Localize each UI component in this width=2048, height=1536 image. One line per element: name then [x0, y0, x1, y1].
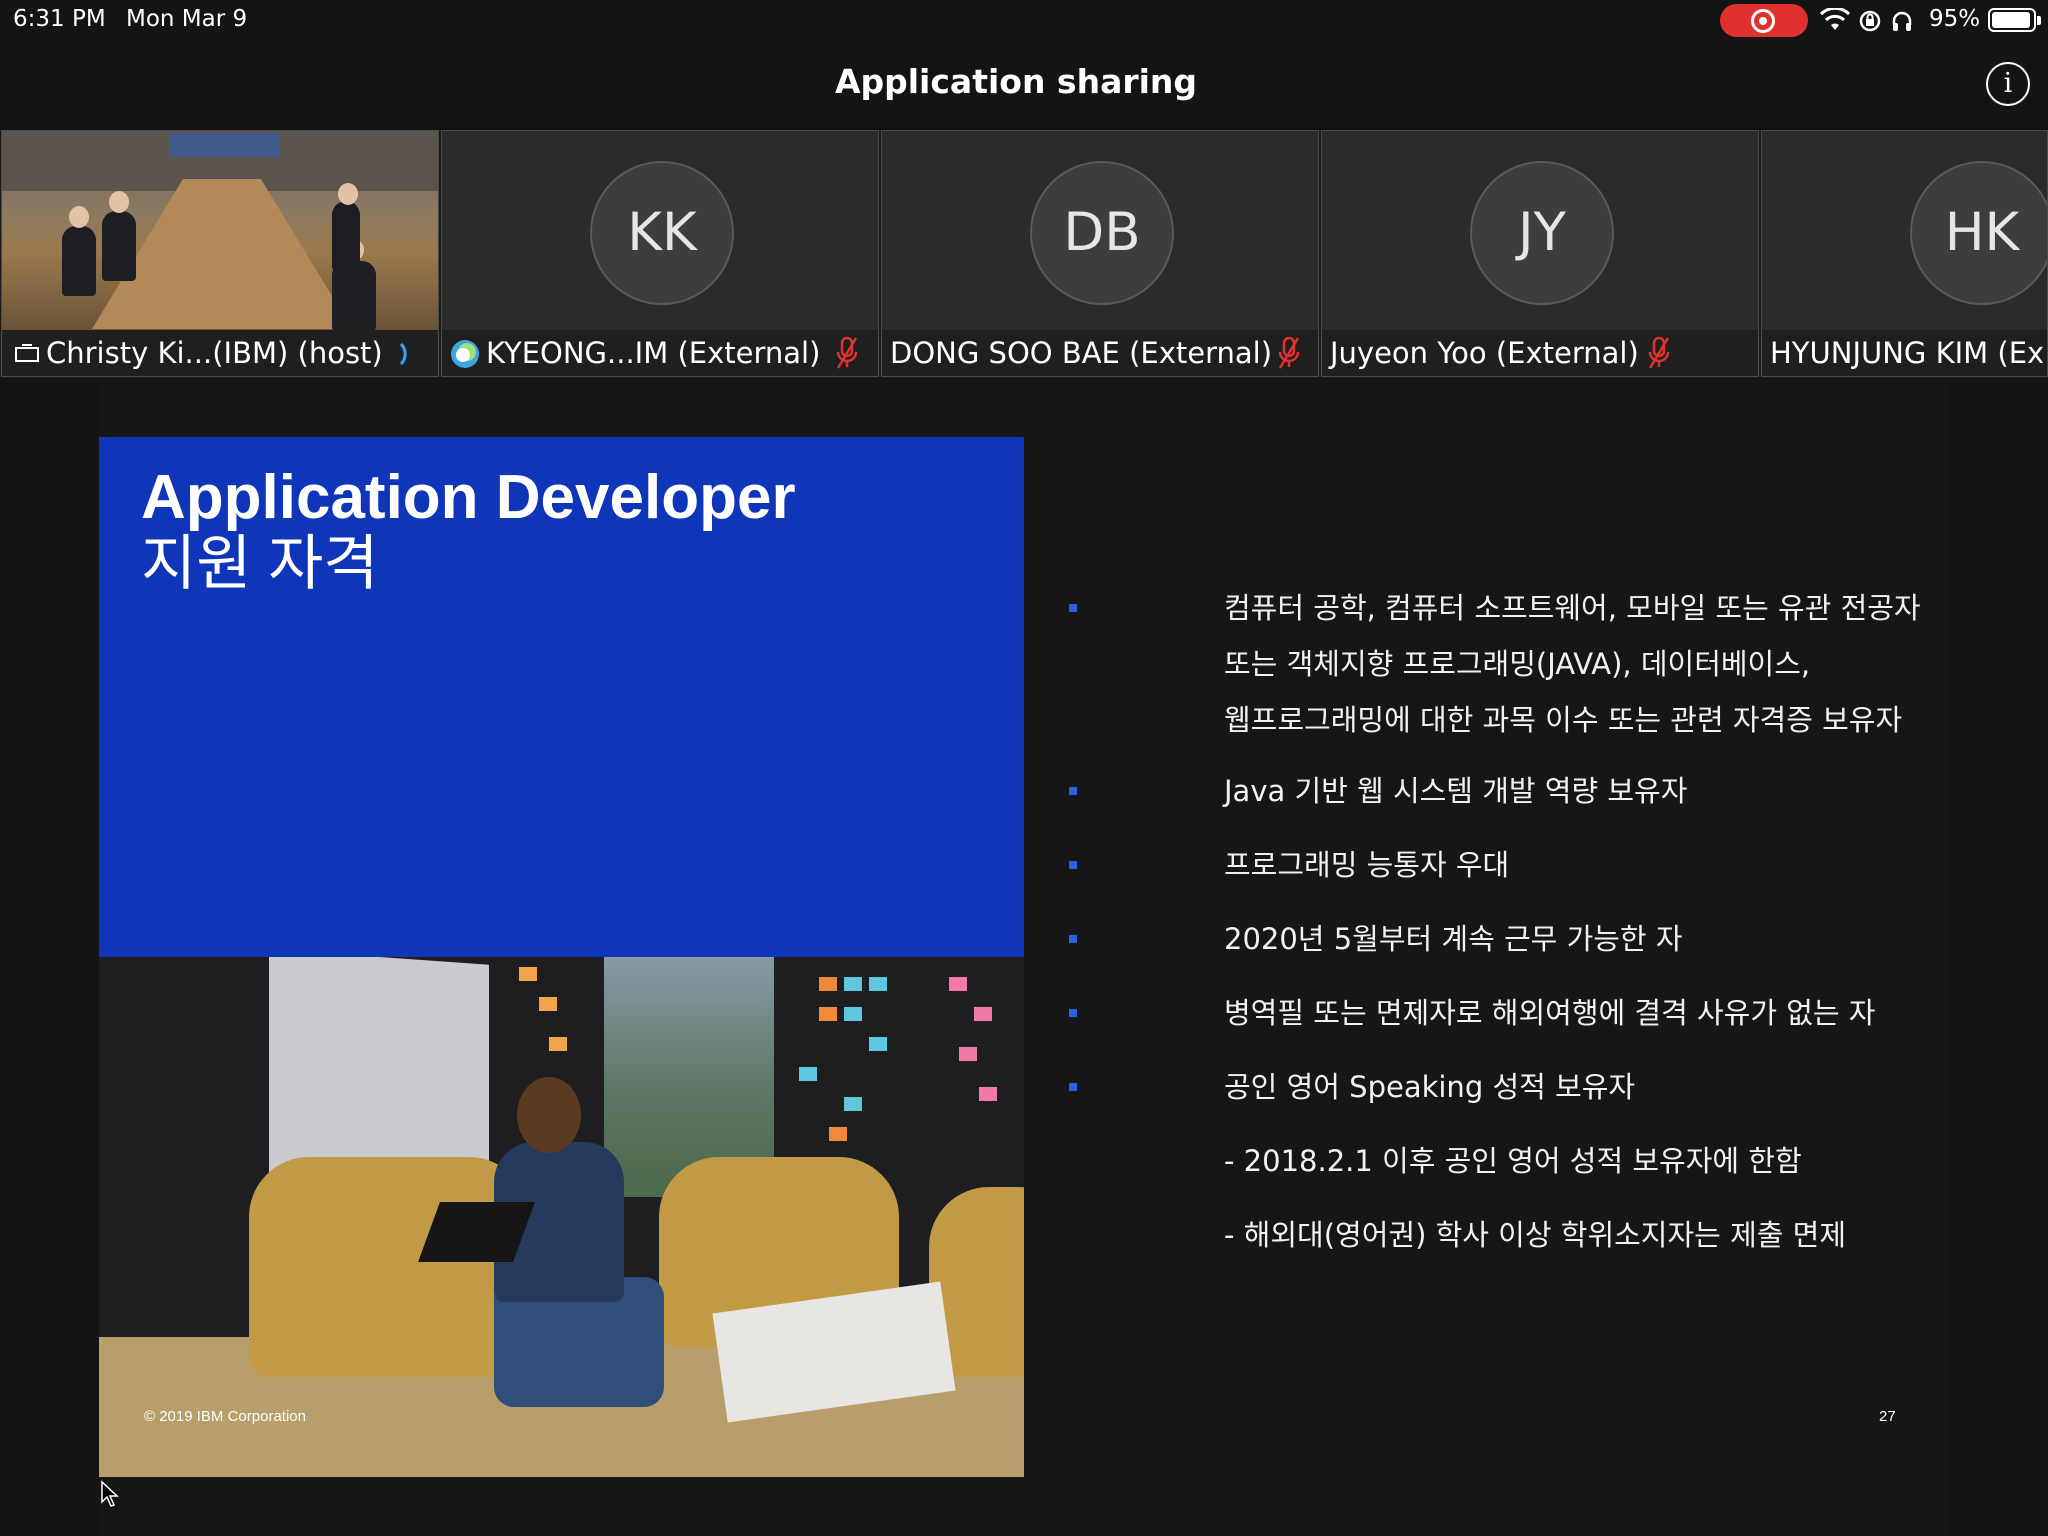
avatar: DB	[1030, 161, 1174, 305]
record-icon	[1751, 9, 1775, 33]
bullet-marker	[1069, 935, 1077, 943]
mic-muted-icon	[1278, 336, 1300, 369]
slide-subtitle: 지원 자격	[141, 530, 379, 597]
shared-screen[interactable]: Application Developer 지원 자격 © 2019 IBM C…	[0, 378, 2048, 1536]
participant-name: Juyeon Yoo (External)	[1330, 336, 1639, 370]
participant-tile-host[interactable]: Christy Ki...(IBM) (host)	[1, 130, 439, 377]
battery-percent: 95%	[1929, 6, 1981, 32]
bullet-text: 컴퓨터 공학, 컴퓨터 소프트웨어, 모바일 또는 유관 전공자	[1224, 591, 1921, 625]
mic-muted-icon	[836, 336, 858, 369]
bullet-text: 또는 객체지향 프로그래밍(JAVA), 데이터베이스,	[1224, 647, 1811, 681]
participant-video	[2, 131, 438, 331]
participant-tile-hk[interactable]: HK HYUNJUNG KIM (Ex	[1761, 130, 2048, 377]
headphones-icon	[1892, 11, 1912, 31]
slide-page-number: 27	[1879, 1408, 1896, 1425]
participant-name: KYEONG...IM (External)	[486, 336, 821, 370]
participant-name-bar: KYEONG...IM (External)	[442, 330, 878, 376]
battery-icon	[1988, 8, 2041, 32]
participant-tile-kk[interactable]: KK KYEONG...IM (External)	[441, 130, 879, 377]
participant-name-bar: Juyeon Yoo (External)	[1322, 330, 1758, 376]
participant-name: DONG SOO BAE (External)	[890, 336, 1273, 370]
participant-name-bar: Christy Ki...(IBM) (host)	[2, 330, 438, 376]
participant-name: Christy Ki...(IBM) (host)	[46, 336, 383, 370]
participant-tile-jy[interactable]: JY Juyeon Yoo (External)	[1321, 130, 1759, 377]
bullet-text: - 해외대(영어권) 학사 이상 학위소지자는 제출 면제	[1224, 1218, 1847, 1252]
slide-copyright: © 2019 IBM Corporation	[144, 1408, 306, 1425]
participant-strip[interactable]: Christy Ki...(IBM) (host) KK KYEONG...IM…	[0, 130, 2048, 378]
mic-muted-icon	[1648, 336, 1670, 369]
info-button[interactable]: i	[1986, 62, 2030, 106]
slide-title-panel: Application Developer 지원 자격	[99, 437, 1024, 957]
mouse-cursor-icon	[101, 1480, 119, 1507]
bullet-text: - 2018.2.1 이후 공인 영어 성적 보유자에 한함	[1224, 1144, 1802, 1178]
bullet-marker	[1069, 1083, 1077, 1091]
avatar: JY	[1470, 161, 1614, 305]
recording-indicator[interactable]	[1720, 4, 1808, 37]
meeting-header: Application sharing i	[0, 40, 2048, 130]
page-title: Application sharing	[834, 62, 1198, 101]
bullet-text: Java 기반 웹 시스템 개발 역량 보유자	[1224, 774, 1688, 808]
wifi-icon	[1820, 8, 1850, 30]
bullet-text: 프로그래밍 능통자 우대	[1224, 848, 1510, 882]
status-time: 6:31 PM	[13, 6, 106, 32]
bullet-marker	[1069, 787, 1077, 795]
participant-tile-db[interactable]: DB DONG SOO BAE (External)	[881, 130, 1319, 377]
slide-photo	[99, 957, 1024, 1477]
bullet-text: 공인 영어 Speaking 성적 보유자	[1224, 1070, 1636, 1104]
bullet-marker	[1069, 1009, 1077, 1017]
participant-name: HYUNJUNG KIM (Ex	[1770, 336, 2045, 370]
bullet-marker	[1069, 604, 1077, 612]
presentation-slide: Application Developer 지원 자격 © 2019 IBM C…	[99, 378, 1949, 1536]
avatar: KK	[590, 161, 734, 305]
app-logo-icon	[451, 340, 479, 368]
status-date: Mon Mar 9	[126, 6, 248, 32]
avatar: HK	[1910, 161, 2047, 305]
screen-share-icon	[15, 344, 39, 362]
bullet-text: 병역필 또는 면제자로 해외여행에 결격 사유가 없는 자	[1224, 996, 1876, 1030]
status-bar: 6:31 PM Mon Mar 9 95%	[0, 0, 2048, 40]
bullet-text: 웹프로그래밍에 대한 과목 이수 또는 관련 자격증 보유자	[1224, 703, 1903, 737]
orientation-lock-icon	[1859, 10, 1881, 32]
bullet-marker	[1069, 861, 1077, 869]
participant-name-bar: DONG SOO BAE (External)	[882, 330, 1318, 376]
speaking-icon	[399, 342, 407, 366]
participant-name-bar: HYUNJUNG KIM (Ex	[1762, 330, 2047, 376]
slide-title: Application Developer	[141, 463, 796, 532]
bullet-text: 2020년 5월부터 계속 근무 가능한 자	[1224, 922, 1683, 956]
